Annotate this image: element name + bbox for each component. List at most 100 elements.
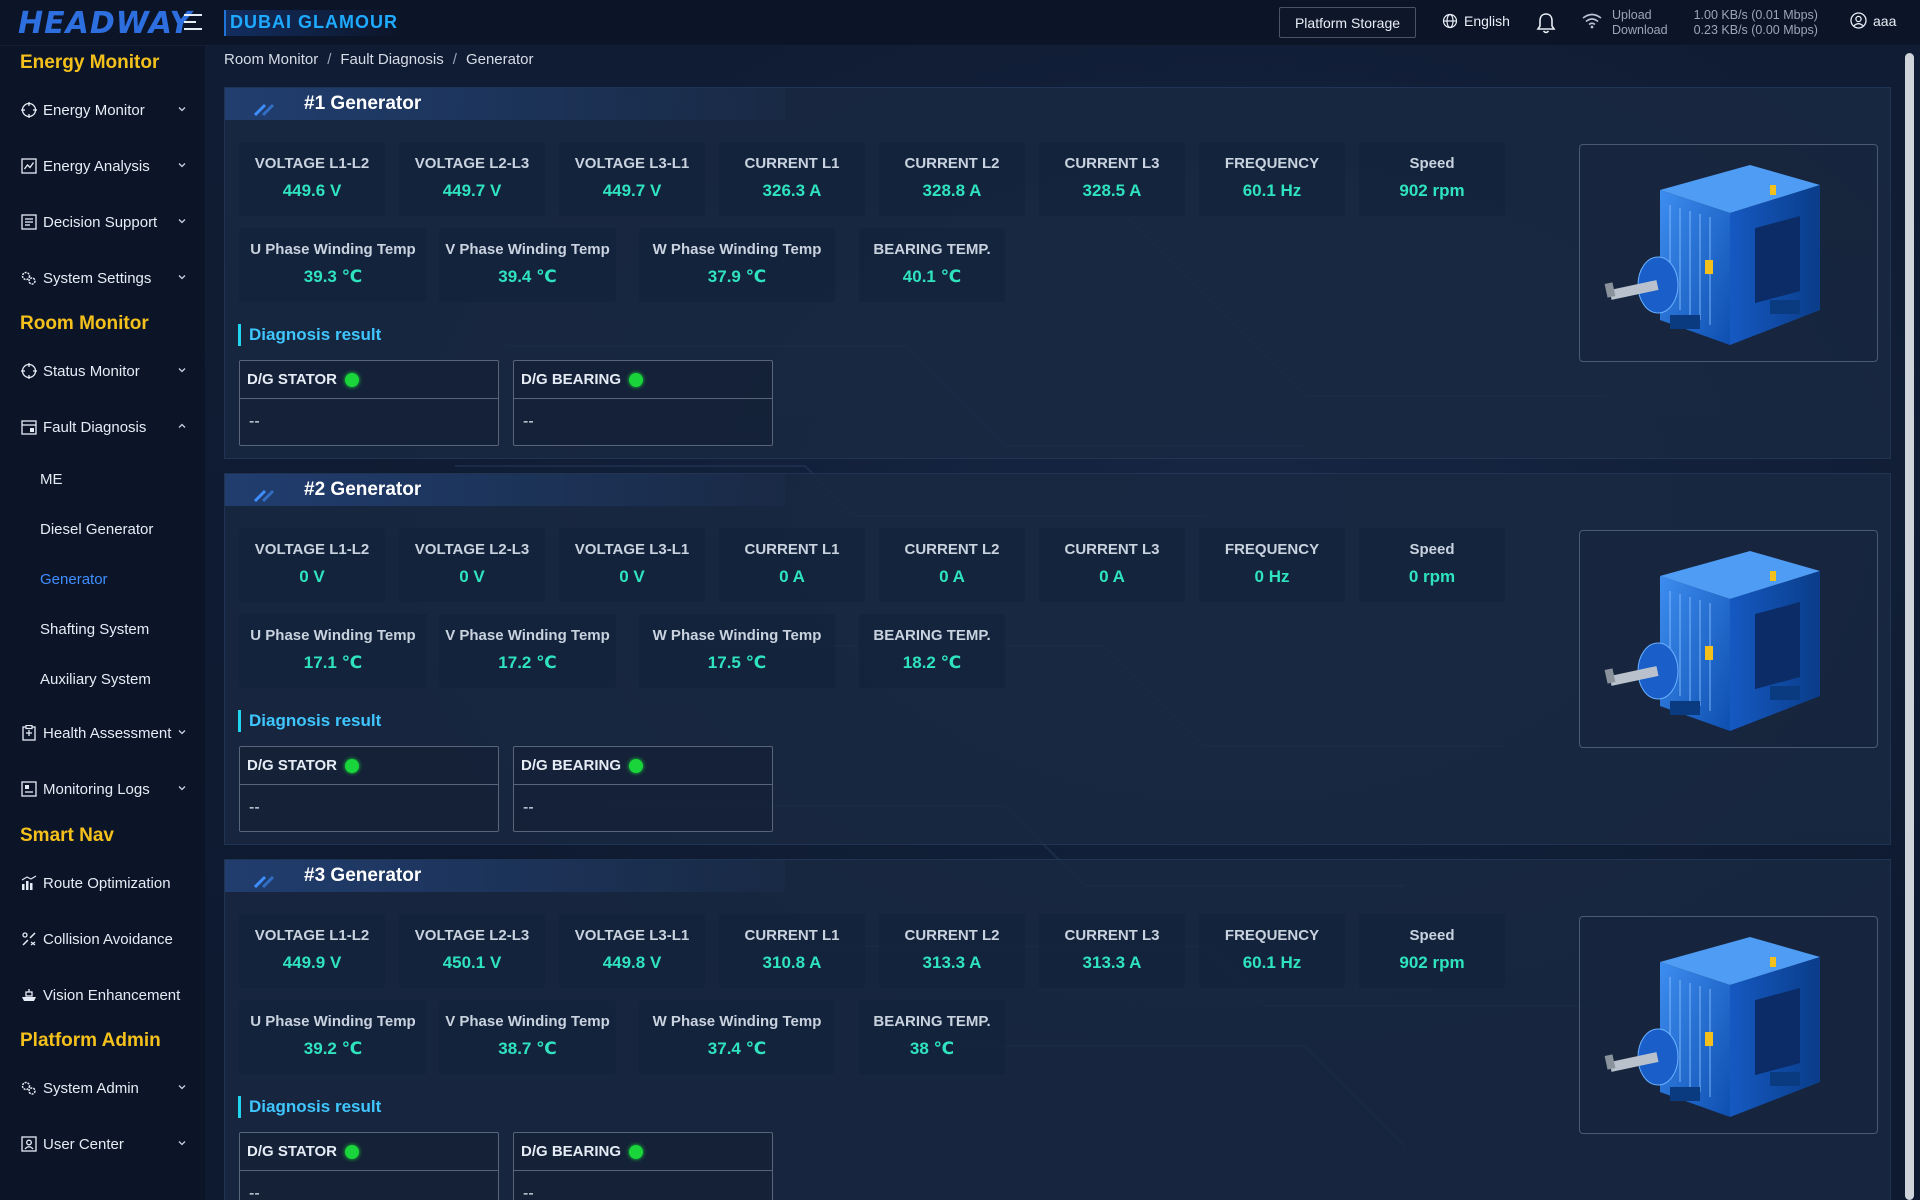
sidebar-item-route-optimization[interactable]: Route Optimization bbox=[0, 865, 205, 901]
diagnosis-value: -- bbox=[249, 1185, 260, 1200]
metric-label: V Phase Winding Temp bbox=[445, 627, 610, 644]
headway-logo[interactable]: HEADWAY bbox=[18, 6, 192, 41]
metric-value: 902 rpm bbox=[1399, 181, 1465, 200]
metric-label: CURRENT L3 bbox=[1064, 541, 1160, 558]
ship-icon bbox=[20, 987, 37, 1004]
metric-card: VOLTAGE L3-L1 449.7 V bbox=[559, 142, 705, 216]
metric-card: W Phase Winding Temp 17.5 ℃ bbox=[639, 614, 835, 688]
sidebar-item-system-settings[interactable]: System Settings bbox=[0, 260, 205, 296]
sidebar-subitem-shafting-system[interactable]: Shafting System bbox=[40, 621, 149, 638]
metric-card: CURRENT L3 0 A bbox=[1039, 528, 1185, 602]
breadcrumb-fault-diagnosis[interactable]: Fault Diagnosis bbox=[340, 51, 443, 68]
metric-label: VOLTAGE L1-L2 bbox=[254, 155, 370, 172]
diagnosis-result-title: Diagnosis result bbox=[238, 710, 381, 732]
metric-value: 449.7 V bbox=[602, 181, 662, 200]
chevron-down-icon bbox=[178, 1085, 186, 1090]
section-platform-admin: Platform Admin bbox=[20, 1030, 161, 1051]
metric-value: 37.4 ℃ bbox=[707, 1039, 767, 1058]
sidebar-item-status-monitor[interactable]: Status Monitor bbox=[0, 353, 205, 389]
metric-card: CURRENT L3 313.3 A bbox=[1039, 914, 1185, 988]
generator-panel: #3 Generator VOLTAGE L1-L2 449.9 V VOLTA… bbox=[224, 859, 1891, 1200]
notification-bell-icon[interactable] bbox=[1536, 12, 1556, 39]
generator-title: #3 Generator bbox=[304, 865, 422, 886]
metric-label: CURRENT L1 bbox=[744, 155, 840, 172]
sidebar-item-user-center[interactable]: User Center bbox=[0, 1126, 205, 1162]
metric-label: BEARING TEMP. bbox=[873, 627, 991, 644]
metric-label: CURRENT L1 bbox=[744, 927, 840, 944]
chevron-down-icon bbox=[178, 163, 186, 168]
metric-card: VOLTAGE L2-L3 0 V bbox=[399, 528, 545, 602]
sidebar-item-energy-monitor[interactable]: Energy Monitor bbox=[0, 92, 205, 128]
diagnosis-label: D/G BEARING bbox=[521, 757, 622, 774]
download-label: Download bbox=[1612, 23, 1668, 37]
metric-value: 450.1 V bbox=[442, 953, 502, 972]
metric-value: 0 A bbox=[1099, 567, 1125, 586]
user-icon bbox=[1850, 12, 1867, 29]
diagnosis-card: D/G STATOR -- bbox=[239, 746, 499, 832]
sidebar-item-label: Energy Monitor bbox=[43, 101, 145, 119]
metric-value: 328.8 A bbox=[922, 181, 982, 200]
section-energy-monitor: Energy Monitor bbox=[20, 52, 160, 73]
username: aaa bbox=[1873, 12, 1897, 29]
metric-label: FREQUENCY bbox=[1224, 541, 1320, 558]
status-indicator-icon bbox=[345, 1144, 359, 1159]
metric-label: VOLTAGE L3-L1 bbox=[574, 927, 690, 944]
status-indicator-icon bbox=[345, 758, 359, 773]
metric-value: 449.7 V bbox=[442, 181, 502, 200]
metric-value: 38 ℃ bbox=[909, 1039, 955, 1058]
sidebar-item-vision-enhancement[interactable]: Vision Enhancement bbox=[0, 977, 205, 1013]
diagnosis-card: D/G STATOR -- bbox=[239, 1132, 499, 1200]
metric-card: VOLTAGE L2-L3 450.1 V bbox=[399, 914, 545, 988]
sidebar-item-system-admin[interactable]: System Admin bbox=[0, 1070, 205, 1106]
sidebar-subitem-diesel-generator[interactable]: Diesel Generator bbox=[40, 521, 153, 538]
language-selector[interactable]: English bbox=[1442, 13, 1510, 29]
diagnosis-label: D/G STATOR bbox=[247, 1143, 337, 1160]
section-smart-nav: Smart Nav bbox=[20, 825, 114, 846]
generator-image-frame bbox=[1579, 916, 1878, 1134]
metric-card: FREQUENCY 0 Hz bbox=[1199, 528, 1345, 602]
sidebar-item-decision-support[interactable]: Decision Support bbox=[0, 204, 205, 240]
document-chart-icon bbox=[20, 214, 37, 231]
metric-value: 326.3 A bbox=[762, 181, 822, 200]
metric-card: U Phase Winding Temp 17.1 ℃ bbox=[239, 614, 427, 688]
metric-value: 0 Hz bbox=[1254, 567, 1290, 586]
language-label: English bbox=[1464, 13, 1510, 29]
metric-card: W Phase Winding Temp 37.4 ℃ bbox=[639, 1000, 835, 1074]
sidebar-item-health-assessment[interactable]: Health Assessment bbox=[0, 715, 205, 751]
sidebar-item-energy-analysis[interactable]: Energy Analysis bbox=[0, 148, 205, 184]
scrollbar[interactable] bbox=[1905, 53, 1914, 1200]
wifi-icon bbox=[1582, 13, 1602, 29]
sidebar-item-fault-diagnosis[interactable]: Fault Diagnosis bbox=[0, 409, 205, 445]
metric-card: V Phase Winding Temp 38.7 ℃ bbox=[439, 1000, 616, 1074]
metric-card: BEARING TEMP. 38 ℃ bbox=[859, 1000, 1005, 1074]
metric-label: BEARING TEMP. bbox=[873, 241, 991, 258]
sidebar-subitem-me[interactable]: ME bbox=[40, 471, 63, 488]
panel-header: #2 Generator bbox=[225, 474, 785, 506]
sidebar-subitem-auxiliary-system[interactable]: Auxiliary System bbox=[40, 671, 151, 688]
user-menu[interactable]: aaa bbox=[1850, 12, 1896, 29]
menu-toggle-icon[interactable] bbox=[184, 14, 204, 32]
sidebar-item-monitoring-logs[interactable]: Monitoring Logs bbox=[0, 771, 205, 807]
scrollbar-thumb[interactable] bbox=[1905, 53, 1914, 1200]
metric-card: V Phase Winding Temp 17.2 ℃ bbox=[439, 614, 616, 688]
platform-storage-button[interactable]: Platform Storage bbox=[1279, 7, 1416, 38]
metric-label: VOLTAGE L2-L3 bbox=[414, 927, 530, 944]
metric-label: W Phase Winding Temp bbox=[652, 627, 822, 644]
diagnosis-result-title: Diagnosis result bbox=[238, 324, 381, 346]
sidebar-item-collision-avoidance[interactable]: Collision Avoidance bbox=[0, 921, 205, 957]
metric-label: V Phase Winding Temp bbox=[445, 241, 610, 258]
panel-header: #3 Generator bbox=[225, 860, 785, 892]
globe-icon bbox=[1442, 13, 1458, 29]
metric-value: 39.3 ℃ bbox=[303, 267, 363, 286]
chevron-down-icon bbox=[178, 786, 186, 791]
sidebar-subitem-generator[interactable]: Generator bbox=[40, 571, 108, 588]
metric-card: Speed 0 rpm bbox=[1359, 528, 1505, 602]
metric-value: 313.3 A bbox=[922, 953, 982, 972]
network-status: Upload Download 1.00 KB/s (0.01 Mbps) 0.… bbox=[1582, 8, 1818, 38]
section-room-monitor: Room Monitor bbox=[20, 313, 149, 334]
metric-card: FREQUENCY 60.1 Hz bbox=[1199, 142, 1345, 216]
metric-card: CURRENT L1 0 A bbox=[719, 528, 865, 602]
breadcrumb-room-monitor[interactable]: Room Monitor bbox=[224, 51, 318, 68]
metric-card: CURRENT L3 328.5 A bbox=[1039, 142, 1185, 216]
metric-card: VOLTAGE L3-L1 449.8 V bbox=[559, 914, 705, 988]
